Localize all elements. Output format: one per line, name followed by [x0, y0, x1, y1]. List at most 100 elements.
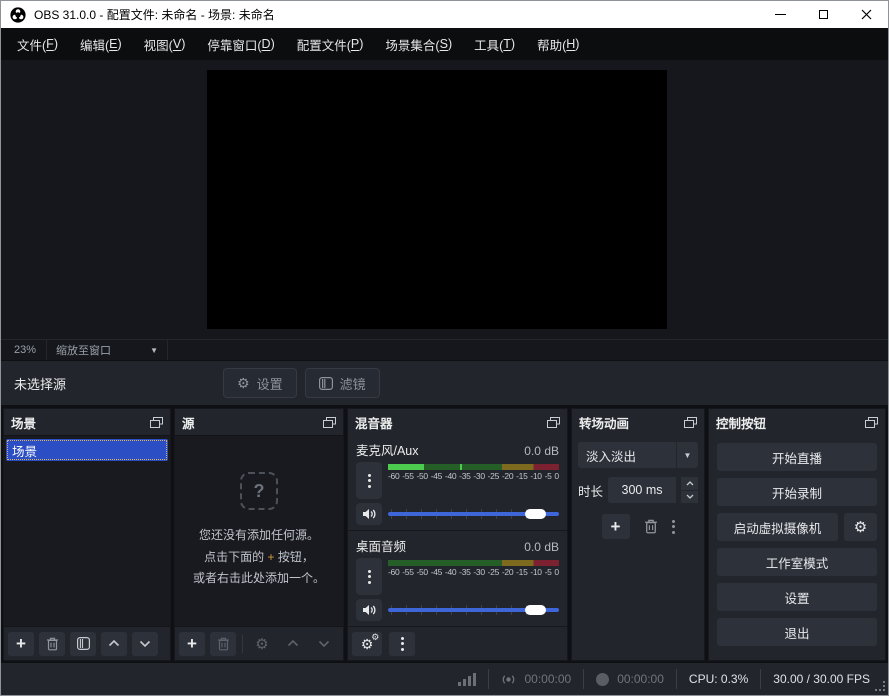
volume-slider[interactable] [388, 603, 559, 617]
add-source-button[interactable]: + [179, 632, 205, 656]
mixer-menu-button[interactable] [389, 632, 415, 656]
menu-item-view[interactable]: 视图(V) [133, 28, 197, 60]
scene-filters-button[interactable] [70, 632, 96, 656]
zoom-level: 23% [1, 344, 46, 356]
chevron-down-icon [139, 640, 151, 647]
vertical-dots-icon [368, 474, 371, 488]
trash-icon [644, 519, 658, 534]
volume-meter [388, 464, 559, 470]
zoom-fit-dropdown[interactable]: 缩放至窗口 ▼ [46, 340, 168, 360]
popout-dock-icon[interactable] [865, 417, 878, 428]
settings-button[interactable]: 设置 [717, 583, 877, 611]
duration-label: 时长 [578, 481, 603, 500]
menu-item-help[interactable]: 帮助(H) [526, 28, 590, 60]
mute-button[interactable] [356, 599, 382, 621]
resize-grip[interactable] [876, 682, 885, 691]
meter-scale-label: -35 [459, 567, 470, 577]
duration-input[interactable]: 300 ms [608, 477, 676, 503]
channel-menu-button[interactable] [356, 558, 382, 595]
add-transition-button[interactable]: + [602, 514, 630, 539]
start-virtual-camera-button[interactable]: 启动虚拟摄像机 [717, 513, 838, 541]
meter-scale-label: -45 [431, 471, 442, 481]
menu-item-file[interactable]: 文件(F) [6, 28, 69, 60]
duration-down-button[interactable] [681, 491, 698, 504]
menu-item-profile[interactable]: 配置文件(P) [286, 28, 375, 60]
toolbar-separator [242, 635, 243, 653]
exit-button[interactable]: 退出 [717, 618, 877, 646]
slider-handle[interactable] [525, 605, 546, 615]
scenes-toolbar: + [4, 627, 170, 660]
meter-scale-label: -30 [473, 471, 484, 481]
sources-empty-line3: 或者右击此处添加一个。 [193, 568, 325, 590]
dock-area: 场景 场景 + [1, 405, 888, 662]
menu-item-scene-collection[interactable]: 场景集合(S) [374, 28, 463, 60]
remove-source-button[interactable] [210, 632, 236, 656]
trash-icon [46, 637, 59, 651]
vertical-dots-icon [672, 520, 675, 534]
no-source-selected-label: 未选择源 [14, 374, 66, 393]
virtual-camera-settings-button[interactable]: ⚙ [844, 513, 877, 541]
preview-canvas[interactable] [207, 70, 667, 329]
meter-scale-label: -25 [488, 471, 499, 481]
move-scene-up-button[interactable] [101, 632, 127, 656]
minimize-button[interactable] [759, 1, 802, 28]
window-title: OBS 31.0.0 - 配置文件: 未命名 - 场景: 未命名 [34, 6, 275, 23]
statusbar-separator [583, 669, 584, 689]
move-source-down-button[interactable] [311, 632, 337, 656]
popout-dock-icon[interactable] [150, 417, 163, 428]
vertical-dots-icon [401, 637, 404, 651]
advanced-audio-button[interactable]: ⚙⚙ [352, 632, 382, 656]
meter-scale-label: -60 [388, 471, 399, 481]
volume-meter [388, 560, 559, 566]
close-button[interactable] [845, 1, 888, 28]
meter-scale: -60-55-50-45-40-35-30-25-20-15-10-50 [388, 471, 559, 481]
meter-scale-label: -5 [545, 567, 552, 577]
meter-scale-label: -55 [402, 567, 413, 577]
remove-transition-button[interactable] [644, 519, 658, 534]
transition-menu-button[interactable] [672, 520, 675, 534]
duration-up-button[interactable] [681, 477, 698, 490]
source-filters-toolbar-button[interactable]: 滤镜 [305, 368, 380, 398]
popout-dock-icon[interactable] [684, 417, 697, 428]
menu-item-edit[interactable]: 编辑(E) [69, 28, 133, 60]
meter-scale-label: -20 [502, 471, 513, 481]
popout-dock-icon[interactable] [547, 417, 560, 428]
popout-dock-icon[interactable] [323, 417, 336, 428]
move-scene-down-button[interactable] [132, 632, 158, 656]
mute-button[interactable] [356, 503, 382, 525]
menu-item-tools[interactable]: 工具(T) [463, 28, 526, 60]
start-streaming-button[interactable]: 开始直播 [717, 443, 877, 471]
preview-area[interactable] [1, 60, 888, 339]
meter-scale: -60-55-50-45-40-35-30-25-20-15-10-50 [388, 567, 559, 577]
channel-name: 桌面音频 [356, 536, 406, 555]
network-status-icon [458, 673, 476, 686]
start-recording-button[interactable]: 开始录制 [717, 478, 877, 506]
source-properties-toolbar-button[interactable]: ⚙ 设置 [223, 368, 297, 398]
scene-list[interactable]: 场景 [4, 435, 170, 627]
mixer-toolbar: ⚙⚙ [348, 627, 567, 660]
studio-mode-button[interactable]: 工作室模式 [717, 548, 877, 576]
meter-scale-label: -10 [530, 567, 541, 577]
channel-menu-button[interactable] [356, 462, 382, 499]
source-properties-button[interactable]: ⚙ [249, 632, 275, 656]
scene-list-item-selected[interactable]: 场景 [6, 439, 168, 461]
maximize-button[interactable] [802, 1, 845, 28]
add-scene-button[interactable]: + [8, 632, 34, 656]
menu-item-docks[interactable]: 停靠窗口(D) [196, 28, 285, 60]
meter-scale-label: -5 [545, 471, 552, 481]
zoom-fit-label: 缩放至窗口 [56, 342, 111, 358]
slider-handle[interactable] [525, 509, 546, 519]
meter-scale-label: 0 [554, 567, 558, 577]
meter-scale-label: -15 [516, 567, 527, 577]
chevron-down-icon: ▼ [676, 442, 698, 468]
sources-empty-state[interactable]: ? 您还没有添加任何源。 点击下面的 + 按钮， 或者右击此处添加一个。 [175, 435, 343, 627]
gear-icon: ⚙ [255, 635, 268, 653]
transitions-dock: 转场动画 淡入淡出 ▼ 时长 300 ms [571, 408, 705, 661]
move-source-up-button[interactable] [280, 632, 306, 656]
remove-scene-button[interactable] [39, 632, 65, 656]
trash-icon [217, 637, 230, 651]
transitions-dock-title: 转场动画 [579, 413, 629, 432]
meter-scale-label: -45 [431, 567, 442, 577]
volume-slider[interactable] [388, 507, 559, 521]
transition-select[interactable]: 淡入淡出 ▼ [578, 442, 698, 468]
